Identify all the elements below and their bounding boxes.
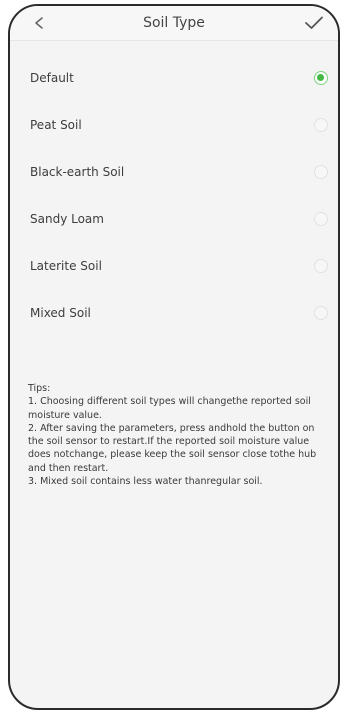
header-bar: Soil Type bbox=[10, 6, 338, 41]
radio-button[interactable] bbox=[314, 258, 328, 273]
soil-type-list: Default Peat Soil Black-earth Soil Sandy… bbox=[10, 54, 338, 336]
soil-option-default[interactable]: Default bbox=[10, 54, 338, 101]
soil-option-label: Black-earth Soil bbox=[30, 164, 125, 179]
soil-option-label: Sandy Loam bbox=[30, 211, 104, 226]
soil-option-label: Laterite Soil bbox=[30, 258, 102, 273]
radio-button[interactable] bbox=[314, 117, 328, 132]
confirm-button[interactable] bbox=[300, 10, 328, 36]
soil-option-black-earth[interactable]: Black-earth Soil bbox=[10, 148, 338, 195]
radio-button[interactable] bbox=[314, 211, 328, 226]
tips-line: 1. Choosing different soil types will ch… bbox=[28, 396, 311, 421]
soil-option-laterite[interactable]: Laterite Soil bbox=[10, 242, 338, 289]
soil-option-mixed[interactable]: Mixed Soil bbox=[10, 289, 338, 336]
soil-option-peat[interactable]: Peat Soil bbox=[10, 101, 338, 148]
radio-button[interactable] bbox=[314, 164, 328, 179]
soil-option-sandy-loam[interactable]: Sandy Loam bbox=[10, 195, 338, 242]
radio-button[interactable] bbox=[314, 305, 328, 320]
tips-line: 3. Mixed soil contains less water thanre… bbox=[28, 476, 263, 488]
radio-button-selected[interactable] bbox=[314, 70, 328, 85]
soil-option-label: Peat Soil bbox=[30, 117, 82, 132]
soil-option-label: Mixed Soil bbox=[30, 305, 91, 320]
tips-line: 2. After saving the parameters, press an… bbox=[28, 422, 317, 474]
tips-section: Tips: 1. Choosing different soil types w… bbox=[28, 382, 328, 488]
back-button[interactable] bbox=[26, 10, 52, 36]
chevron-left-icon bbox=[35, 17, 43, 29]
phone-frame: Soil Type Default Peat Soil Black-earth … bbox=[8, 4, 340, 710]
tips-heading: Tips: bbox=[28, 383, 51, 394]
checkmark-icon bbox=[305, 16, 323, 29]
page-title: Soil Type bbox=[143, 15, 205, 31]
soil-option-label: Default bbox=[30, 70, 74, 85]
